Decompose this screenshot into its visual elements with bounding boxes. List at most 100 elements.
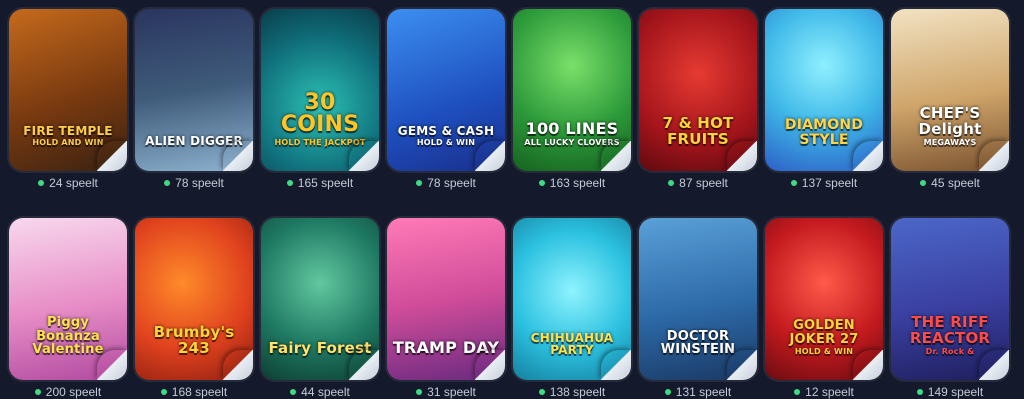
online-dot-icon	[290, 389, 297, 395]
game-title: Piggy Bonanza Valentine	[13, 316, 123, 356]
page-curl-icon	[727, 350, 757, 380]
players-count: 163 speelt	[538, 176, 605, 190]
game-card[interactable]: GOLDEN JOKER 27 HOLD & WIN	[765, 218, 883, 380]
game-tile[interactable]: 30 COINS HOLD THE JACKPOT 165 speelt	[261, 9, 379, 190]
players-count-text: 78 speelt	[427, 176, 476, 190]
players-count-text: 131 speelt	[675, 385, 732, 399]
game-title: CHEF'S Delight MEGAWAYS	[895, 106, 1005, 147]
players-count: 168 speelt	[160, 385, 228, 399]
players-count-text: 87 speelt	[679, 176, 728, 190]
page-curl-icon	[223, 350, 253, 380]
game-tile[interactable]: Brumby's 243 168 speelt	[135, 218, 253, 399]
game-title: 30 COINS HOLD THE JACKPOT	[265, 91, 375, 147]
game-card[interactable]: 30 COINS HOLD THE JACKPOT	[261, 9, 379, 171]
game-tile[interactable]: CHEF'S Delight MEGAWAYS 45 speelt	[891, 9, 1009, 190]
page-curl-icon	[97, 350, 127, 380]
game-title-text: CHEF'S Delight	[918, 104, 982, 138]
online-dot-icon	[668, 180, 675, 186]
game-title-text: CHIHUAHUA PARTY	[530, 330, 614, 357]
online-dot-icon	[790, 180, 797, 186]
game-title-text: DOCTOR WINSTEIN	[660, 328, 736, 357]
game-title-text: GEMS & CASH	[397, 123, 495, 138]
game-tile[interactable]: FIRE TEMPLE HOLD AND WIN 24 speelt	[9, 9, 127, 190]
page-curl-icon	[349, 141, 379, 171]
game-card[interactable]: CHEF'S Delight MEGAWAYS	[891, 9, 1009, 171]
online-dot-icon	[920, 180, 927, 186]
players-count-text: 149 speelt	[927, 385, 984, 399]
players-count: 78 speelt	[164, 176, 224, 190]
game-grid: FIRE TEMPLE HOLD AND WIN 24 speelt ALIEN DI…	[9, 9, 1009, 399]
players-count: 200 speelt	[34, 385, 101, 399]
game-card[interactable]: 7 & HOT FRUITS	[639, 9, 757, 171]
players-count: 137 speelt	[790, 176, 858, 190]
game-title-text: FIRE TEMPLE	[23, 123, 113, 138]
online-dot-icon	[916, 389, 923, 395]
players-count-text: 168 speelt	[171, 385, 228, 399]
game-card[interactable]: DOCTOR WINSTEIN	[639, 218, 757, 380]
game-card[interactable]: TRAMP DAY	[387, 218, 505, 380]
game-title-text: THE RIFF REACTOR	[909, 313, 991, 347]
players-count-text: 138 speelt	[549, 385, 606, 399]
game-card[interactable]: GEMS & CASH HOLD & WIN	[387, 9, 505, 171]
game-tile[interactable]: Fairy Forest 44 speelt	[261, 218, 379, 399]
page-curl-icon	[223, 141, 253, 171]
game-title-text: 100 LINES	[525, 118, 619, 138]
online-dot-icon	[286, 180, 293, 186]
game-title-text: Brumby's 243	[153, 323, 235, 357]
page-curl-icon	[475, 350, 505, 380]
players-count-text: 12 speelt	[805, 385, 854, 399]
page-curl-icon	[853, 141, 883, 171]
game-tile[interactable]: GEMS & CASH HOLD & WIN 78 speelt	[387, 9, 505, 190]
online-dot-icon	[538, 389, 545, 395]
game-tile[interactable]: 100 LINES ALL LUCKY CLOVERS 163 speelt	[513, 9, 631, 190]
online-dot-icon	[416, 180, 423, 186]
game-card[interactable]: FIRE TEMPLE HOLD AND WIN	[9, 9, 127, 171]
game-title-text: Piggy Bonanza Valentine	[32, 315, 104, 357]
players-count: 131 speelt	[664, 385, 732, 399]
players-count-text: 44 speelt	[301, 385, 350, 399]
game-tile[interactable]: GOLDEN JOKER 27 HOLD & WIN 12 speelt	[765, 218, 883, 399]
players-count: 31 speelt	[416, 385, 476, 399]
game-tile[interactable]: ALIEN DIGGER 78 speelt	[135, 9, 253, 190]
players-count: 78 speelt	[416, 176, 476, 190]
game-tile[interactable]: 7 & HOT FRUITS 87 speelt	[639, 9, 757, 190]
players-count: 12 speelt	[794, 385, 854, 399]
game-title: GOLDEN JOKER 27 HOLD & WIN	[769, 319, 879, 356]
page-curl-icon	[601, 141, 631, 171]
game-title: THE RIFF REACTOR Dr. Rock &	[895, 315, 1005, 356]
game-card[interactable]: 100 LINES ALL LUCKY CLOVERS	[513, 9, 631, 171]
page-curl-icon	[349, 350, 379, 380]
online-dot-icon	[664, 389, 671, 395]
game-tile[interactable]: DIAMOND STYLE 137 speelt	[765, 9, 883, 190]
page-curl-icon	[727, 141, 757, 171]
players-count: 87 speelt	[668, 176, 728, 190]
page-curl-icon	[979, 141, 1009, 171]
players-count-text: 45 speelt	[931, 176, 980, 190]
online-dot-icon	[34, 389, 41, 395]
game-tile[interactable]: TRAMP DAY 31 speelt	[387, 218, 505, 399]
players-count-text: 165 speelt	[297, 176, 354, 190]
online-dot-icon	[416, 389, 423, 395]
game-tile[interactable]: CHIHUAHUA PARTY 138 speelt	[513, 218, 631, 399]
game-title-text: 7 & HOT FRUITS	[662, 114, 734, 148]
game-card[interactable]: ALIEN DIGGER	[135, 9, 253, 171]
game-card[interactable]: Piggy Bonanza Valentine	[9, 218, 127, 380]
players-count-text: 31 speelt	[427, 385, 476, 399]
game-tile[interactable]: THE RIFF REACTOR Dr. Rock & 149 speelt	[891, 218, 1009, 399]
players-count-text: 137 speelt	[801, 176, 858, 190]
game-title-text: GOLDEN JOKER 27	[789, 318, 859, 347]
game-card[interactable]: DIAMOND STYLE	[765, 9, 883, 171]
online-dot-icon	[160, 389, 167, 395]
game-card[interactable]: CHIHUAHUA PARTY	[513, 218, 631, 380]
players-count: 24 speelt	[38, 176, 98, 190]
game-card[interactable]: THE RIFF REACTOR Dr. Rock &	[891, 218, 1009, 380]
game-card[interactable]: Brumby's 243	[135, 218, 253, 380]
page-curl-icon	[97, 141, 127, 171]
page-curl-icon	[853, 350, 883, 380]
game-card[interactable]: Fairy Forest	[261, 218, 379, 380]
game-tile[interactable]: DOCTOR WINSTEIN 131 speelt	[639, 218, 757, 399]
game-tile[interactable]: Piggy Bonanza Valentine 200 speelt	[9, 218, 127, 399]
page-curl-icon	[979, 350, 1009, 380]
online-dot-icon	[794, 389, 801, 395]
page-curl-icon	[601, 350, 631, 380]
